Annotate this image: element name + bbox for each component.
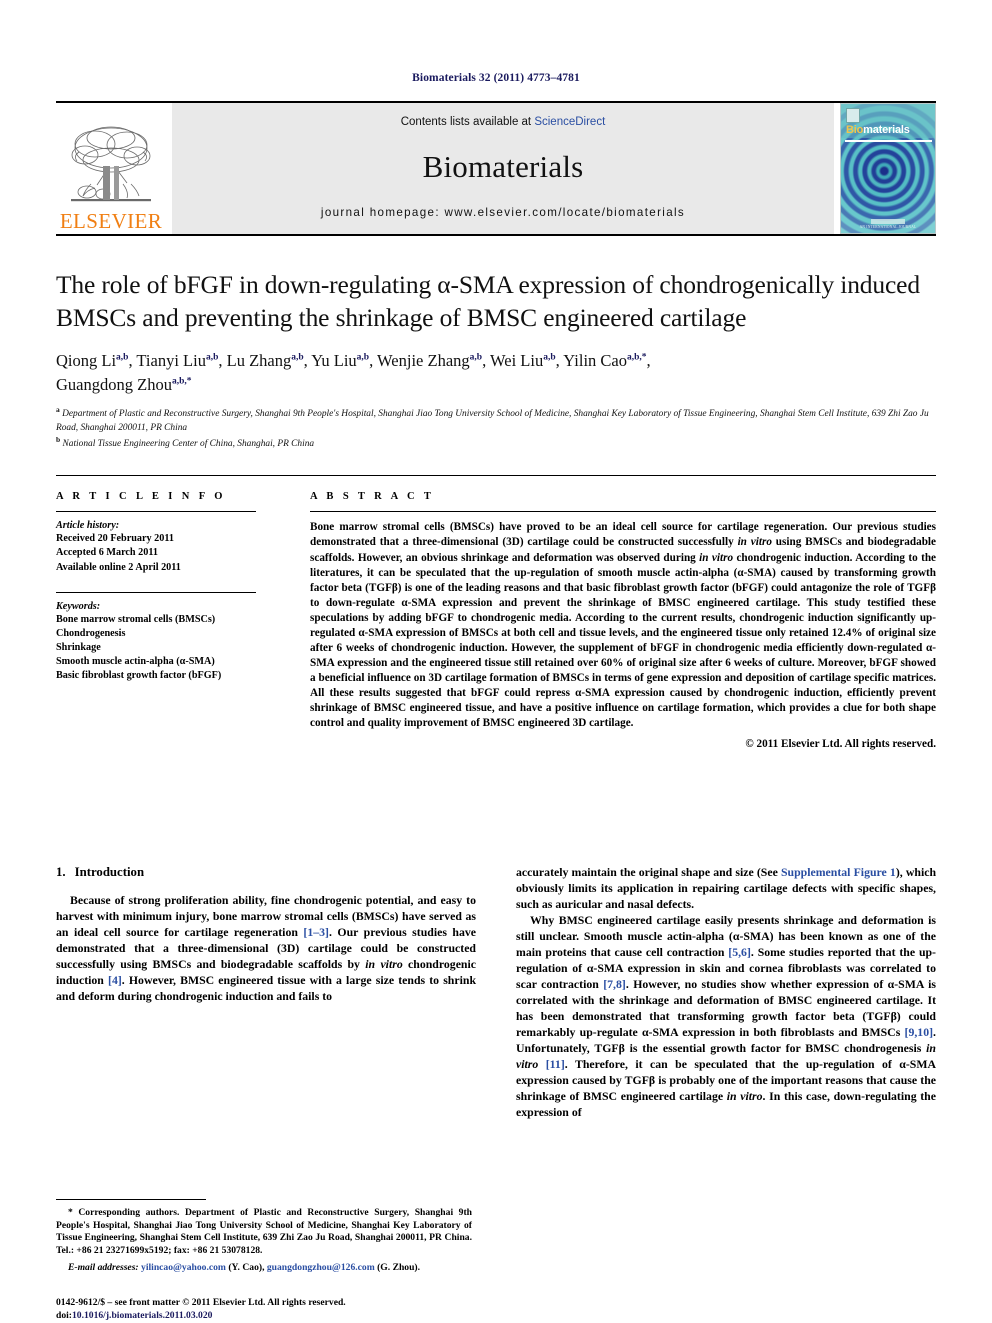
author-affil-marker: a,b: [205, 352, 219, 363]
corresponding-author-note: * Corresponding authors. Department of P…: [56, 1206, 472, 1257]
elsevier-tree-icon: [71, 126, 151, 202]
author-affil-marker: a,b: [543, 352, 556, 363]
cover-footer-box: [871, 219, 905, 224]
abstract-rule: [310, 511, 936, 513]
abstract-text: Bone marrow stromal cells (BMSCs) have p…: [310, 521, 937, 730]
affiliation-marker-a: a: [56, 405, 60, 415]
author-list: Qiong Lia,b, Tianyi Liua,b, Lu Zhanga,b,…: [56, 349, 936, 397]
author-affil-marker: a,b: [116, 352, 129, 363]
cover-elsevier-mark-icon: [846, 108, 860, 123]
keyword-item: Chondrogenesis: [56, 627, 126, 639]
journal-article-page: Biomaterials 32 (2011) 4773–4781 ELSEVIE…: [0, 0, 992, 1323]
affiliation-marker-b: b: [56, 434, 61, 444]
author-affil-marker: a,b,*: [171, 376, 192, 387]
article-history-list: Received 20 February 2011 Accepted 6 Mar…: [56, 532, 256, 574]
intro-paragraph-1: Because of strong proliferation ability,…: [56, 893, 477, 1003]
author-affil-marker: a,b: [291, 352, 304, 363]
keywords-list: Bone marrow stromal cells (BMSCs) Chondr…: [56, 613, 256, 683]
article-info-column: A R T I C L E I N F O Article history: R…: [56, 491, 286, 750]
supplemental-figure-link[interactable]: Supplemental Figure 1: [781, 865, 896, 879]
keyword-item: Smooth muscle actin-alpha (α-SMA): [56, 655, 215, 667]
journal-masthead: ELSEVIER Contents lists available at Sci…: [56, 101, 936, 234]
citation-ref[interactable]: [7,8]: [603, 977, 626, 991]
history-item: Received 20 February 2011: [56, 533, 174, 545]
sciencedirect-link[interactable]: ScienceDirect: [534, 116, 605, 128]
journal-cover-thumbnail: Biomaterials AN INTERNATIONAL JOURNAL: [840, 103, 936, 234]
body-column-left: 1. Introduction Because of strong prolife…: [56, 865, 476, 1121]
author-line-2: Guangdong Zhoua,b,*: [56, 375, 192, 395]
article-info-rule: [56, 511, 256, 513]
cover-footer-text: AN INTERNATIONAL JOURNAL: [859, 225, 917, 229]
citation-ref[interactable]: [1–3]: [303, 925, 329, 939]
contents-prefix: Contents lists available at: [400, 116, 535, 128]
imprint-line: 0142-9612/$ – see front matter © 2011 El…: [56, 1297, 346, 1309]
author-line-1: Qiong Lia,b, Tianyi Liua,b, Lu Zhanga,b,…: [56, 351, 651, 371]
contents-available-line: Contents lists available at ScienceDirec…: [401, 116, 606, 128]
affiliation-a: a Department of Plastic and Reconstructi…: [56, 405, 936, 435]
cover-title-part-a: Bio: [846, 124, 864, 136]
footnote-block: * Corresponding authors. Department of P…: [56, 1198, 472, 1275]
cover-title: Biomaterials: [846, 124, 910, 136]
author-affil-marker: a,b: [469, 352, 483, 363]
doi-label: doi:: [56, 1310, 72, 1322]
email-owner-1: (Y. Cao),: [228, 1262, 265, 1274]
email-link-2[interactable]: guangdongzhou@126.com: [267, 1262, 375, 1273]
affiliation-b: b National Tissue Engineering Center of …: [56, 435, 936, 451]
doi-value[interactable]: 10.1016/j.biomaterials.2011.03.020: [72, 1310, 212, 1321]
intro-paragraph-2: Why BMSC engineered cartilage easily pre…: [516, 912, 937, 1119]
section-heading-introduction: 1. Introduction: [56, 865, 476, 880]
contents-band: Contents lists available at ScienceDirec…: [172, 103, 834, 234]
running-head: Biomaterials 32 (2011) 4773–4781: [412, 72, 580, 84]
imprint-block: 0142-9612/$ – see front matter © 2011 El…: [56, 1297, 486, 1323]
doi-line: doi:10.1016/j.biomaterials.2011.03.020: [56, 1310, 486, 1323]
citation-ref[interactable]: [9,10]: [905, 1025, 934, 1039]
masthead-bottom-rule: [56, 234, 936, 236]
cover-rule: [845, 140, 932, 142]
cover-title-part-b: materials: [863, 124, 910, 136]
citation-ref[interactable]: [11]: [546, 1057, 565, 1071]
keyword-item: Shrinkage: [56, 641, 101, 653]
keyword-item: Bone marrow stromal cells (BMSCs): [56, 613, 216, 625]
body-columns: 1. Introduction Because of strong prolife…: [56, 865, 936, 1121]
abstract-copyright: © 2011 Elsevier Ltd. All rights reserved…: [745, 738, 936, 751]
intro-paragraph-1-cont: accurately maintain the original shape a…: [516, 865, 937, 911]
keywords-rule: [56, 591, 256, 593]
history-item: Available online 2 April 2011: [56, 561, 181, 573]
abstract-column: A B S T R A C T Bone marrow stromal cell…: [286, 491, 936, 750]
journal-homepage-line[interactable]: journal homepage: www.elsevier.com/locat…: [321, 206, 685, 219]
info-abstract-block: A R T I C L E I N F O Article history: R…: [56, 475, 936, 750]
affiliation-b-text: National Tissue Engineering Center of Ch…: [62, 439, 315, 450]
keyword-item: Basic fibroblast growth factor (bFGF): [56, 669, 222, 681]
author-affil-marker: a,b: [356, 352, 370, 363]
email-link-1[interactable]: yilincao@yahoo.com: [141, 1262, 226, 1273]
email-addresses-note: E-mail addresses: yilincao@yahoo.com (Y.…: [56, 1262, 472, 1275]
section-number: 1.: [56, 865, 66, 879]
history-item: Accepted 6 March 2011: [56, 547, 158, 559]
journal-title: Biomaterials: [422, 149, 584, 184]
citation-ref[interactable]: [5,6]: [728, 945, 751, 959]
affiliation-a-text: Department of Plastic and Reconstructive…: [56, 409, 929, 433]
author-affil-marker: a,b,*: [627, 352, 647, 363]
elsevier-wordmark: ELSEVIER: [59, 209, 163, 233]
email-label: E-mail addresses:: [68, 1262, 139, 1274]
article-history-label: Article history:: [56, 520, 120, 532]
section-title: Introduction: [74, 865, 145, 879]
citation-ref[interactable]: [4]: [108, 973, 122, 987]
article-title: The role of bFGF in down-regulating α-SM…: [56, 270, 920, 333]
body-column-right: accurately maintain the original shape a…: [516, 865, 936, 1121]
affiliations: a Department of Plastic and Reconstructi…: [56, 405, 936, 451]
footnote-rule: [56, 1198, 206, 1200]
keywords-label: Keywords:: [56, 600, 101, 612]
email-owner-2: (G. Zhou).: [377, 1262, 421, 1274]
abstract-heading: A B S T R A C T: [310, 491, 435, 503]
elsevier-logo: ELSEVIER: [56, 103, 166, 234]
article-info-heading: A R T I C L E I N F O: [56, 491, 226, 503]
